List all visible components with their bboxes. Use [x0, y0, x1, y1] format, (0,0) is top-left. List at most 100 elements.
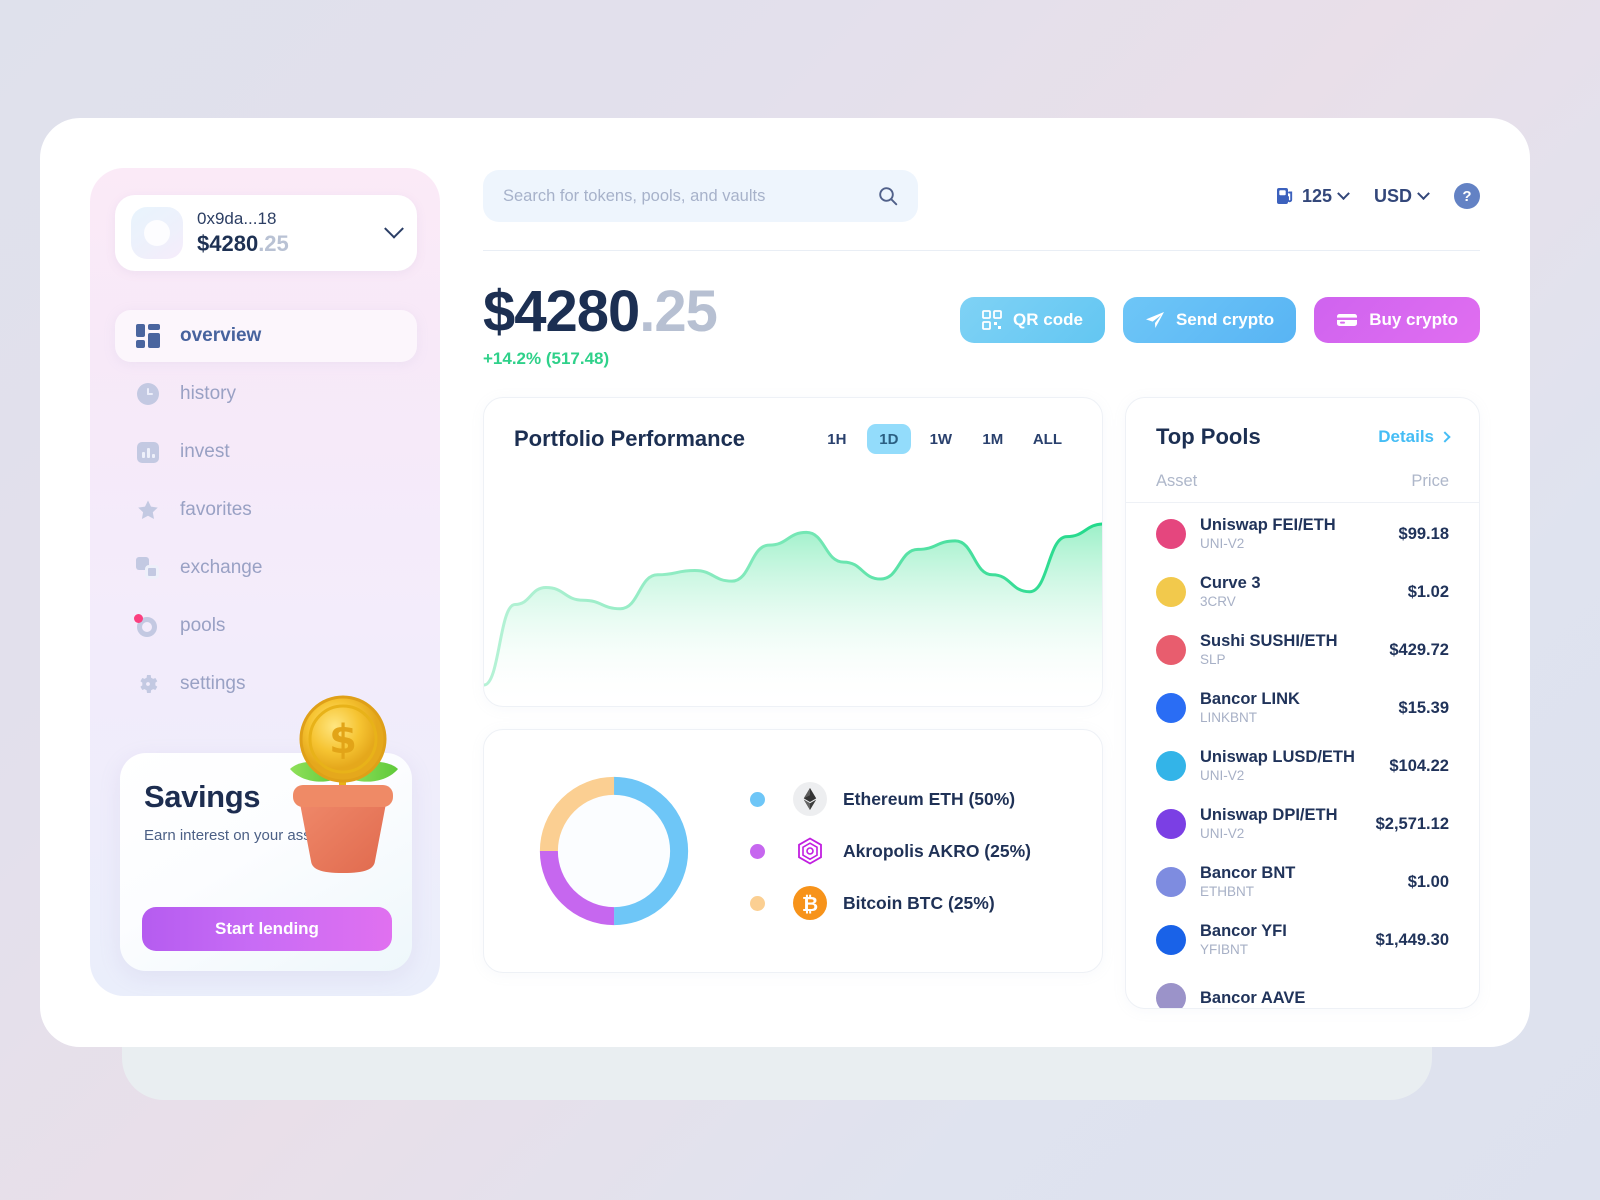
sidebar-item-label: overview [180, 325, 262, 346]
sidebar-item-history[interactable]: history [115, 368, 417, 420]
currency-selector[interactable]: USD [1374, 186, 1430, 207]
legend-item-eth[interactable]: Ethereum ETH (50%) [750, 773, 1102, 825]
pool-token-icon [1156, 867, 1186, 897]
wallet-selector[interactable]: 0x9da...18 $4280.25 [115, 195, 417, 271]
pools-title: Top Pools [1156, 424, 1261, 449]
balance-section: $4280.25 +14.2% (517.48) QR code Send cr… [483, 281, 1480, 369]
pools-details-link[interactable]: Details [1378, 427, 1451, 447]
sidebar-item-favorites[interactable]: favorites [115, 484, 417, 536]
pool-price: $1.02 [1407, 582, 1449, 601]
svg-text:$: $ [329, 717, 357, 763]
pool-symbol: UNI-V2 [1200, 536, 1245, 551]
pool-token-icon [1156, 577, 1186, 607]
sidebar-item-label: invest [180, 441, 230, 462]
search-icon[interactable] [878, 186, 898, 206]
star-icon [136, 498, 160, 522]
pool-name: Bancor AAVE [1200, 988, 1306, 1007]
pool-row[interactable]: Bancor BNT ETHBNT $1.00 [1126, 853, 1479, 911]
action-buttons: QR code Send crypto Buy crypto [960, 297, 1480, 343]
buy-crypto-button[interactable]: Buy crypto [1314, 297, 1480, 343]
eth-icon [793, 782, 827, 816]
details-label: Details [1378, 427, 1434, 446]
range-1m[interactable]: 1M [971, 424, 1015, 454]
range-1d[interactable]: 1D [866, 424, 911, 454]
wallet-balance-main: $4280 [197, 231, 259, 256]
pool-names: Uniswap LUSD/ETH UNI-V2 [1200, 748, 1355, 784]
pool-row[interactable]: Curve 3 3CRV $1.02 [1126, 563, 1479, 621]
buy-crypto-label: Buy crypto [1369, 310, 1458, 329]
sidebar-item-label: exchange [180, 557, 263, 578]
pool-token-icon [1156, 983, 1186, 1008]
pools-list: Uniswap FEI/ETH UNI-V2 $99.18 Curve 3 3CRV $1… [1126, 505, 1479, 1008]
portfolio-performance-card: Portfolio Performance 1H 1D 1W 1M ALL [483, 397, 1103, 707]
search-input[interactable] [503, 186, 878, 206]
pool-symbol: ETHBNT [1200, 884, 1254, 899]
chevron-down-icon[interactable] [384, 218, 404, 239]
pool-row[interactable]: Uniswap LUSD/ETH UNI-V2 $104.22 [1126, 737, 1479, 795]
pool-price: $99.18 [1398, 524, 1449, 543]
pool-names: Bancor LINK LINKBNT [1200, 690, 1300, 726]
top-pools-card: Top Pools Details Asset Price Uniswap FE… [1125, 397, 1480, 1009]
sidebar-item-label: settings [180, 673, 246, 694]
legend-item-akro[interactable]: Akropolis AKRO (25%) [750, 825, 1102, 877]
sidebar-item-overview[interactable]: overview [115, 310, 417, 362]
pools-header: Top Pools Details [1126, 398, 1479, 450]
akro-icon [793, 834, 827, 868]
wallet-balance: $4280.25 [197, 231, 387, 257]
range-1w[interactable]: 1W [919, 424, 963, 454]
qr-code-icon [982, 310, 1002, 330]
btc-icon: ₿ [793, 886, 827, 920]
pool-price: $15.39 [1398, 698, 1449, 717]
dashboard-panels: Portfolio Performance 1H 1D 1W 1M ALL Et… [483, 397, 1480, 1009]
savings-promo-card: Savings Earn interest on your assets! $ … [120, 695, 412, 971]
pool-name: Curve 3 [1200, 574, 1261, 592]
performance-area-chart [484, 476, 1102, 706]
pool-token-icon [1156, 809, 1186, 839]
credit-card-icon [1337, 314, 1358, 326]
grid-icon [136, 324, 160, 348]
gear-icon [136, 672, 160, 696]
qr-code-button[interactable]: QR code [960, 297, 1105, 343]
pool-row[interactable]: Uniswap FEI/ETH UNI-V2 $99.18 [1126, 505, 1479, 563]
clock-icon [136, 382, 160, 406]
range-all[interactable]: ALL [1023, 424, 1072, 454]
range-1h[interactable]: 1H [815, 424, 859, 454]
balance-block: $4280.25 +14.2% (517.48) [483, 281, 718, 369]
allocation-card: Ethereum ETH (50%) Akropolis AKRO (25%) … [483, 729, 1103, 973]
wallet-address: 0x9da...18 [197, 209, 277, 228]
sidebar-item-invest[interactable]: invest [115, 426, 417, 478]
pool-name: Uniswap DPI/ETH [1200, 806, 1338, 824]
pool-price: $104.22 [1389, 756, 1449, 775]
notification-badge [134, 614, 143, 623]
chevron-down-icon [1337, 186, 1350, 200]
pool-token-icon [1156, 751, 1186, 781]
pool-row[interactable]: Bancor YFI YFIBNT $1,449.30 [1126, 911, 1479, 969]
pool-token-icon [1156, 635, 1186, 665]
qr-code-label: QR code [1013, 310, 1083, 329]
legend-item-btc[interactable]: ₿ Bitcoin BTC (25%) [750, 877, 1102, 929]
pool-name: Bancor BNT [1200, 864, 1296, 882]
search-box[interactable] [483, 170, 918, 222]
pool-token-icon [1156, 925, 1186, 955]
send-icon [1145, 312, 1164, 328]
svg-text:₿: ₿ [802, 892, 818, 916]
pool-row[interactable]: Sushi SUSHI/ETH SLP $429.72 [1126, 621, 1479, 679]
start-lending-button[interactable]: Start lending [142, 907, 392, 951]
column-asset: Asset [1156, 472, 1198, 490]
legend-dot-icon [750, 895, 765, 911]
pool-row[interactable]: Bancor AAVE [1126, 969, 1479, 1008]
sidebar-item-label: history [180, 383, 236, 404]
legend-label: Bitcoin BTC (25%) [843, 892, 995, 913]
sidebar-item-pools[interactable]: pools [115, 600, 417, 652]
pool-row[interactable]: Bancor LINK LINKBNT $15.39 [1126, 679, 1479, 737]
gas-price-selector[interactable]: 125 [1275, 186, 1350, 207]
range-selector: 1H 1D 1W 1M ALL [815, 424, 1072, 454]
send-crypto-button[interactable]: Send crypto [1122, 297, 1297, 343]
help-button[interactable]: ? [1454, 183, 1480, 209]
sidebar-item-exchange[interactable]: exchange [115, 542, 417, 594]
wallet-avatar [131, 207, 183, 259]
column-price: Price [1411, 472, 1449, 490]
pool-names: Bancor AAVE [1200, 989, 1305, 1008]
pool-row[interactable]: Uniswap DPI/ETH UNI-V2 $2,571.12 [1126, 795, 1479, 853]
main-content: 125 USD ? $4280.25 +14.2% (517.48) [483, 168, 1480, 1047]
